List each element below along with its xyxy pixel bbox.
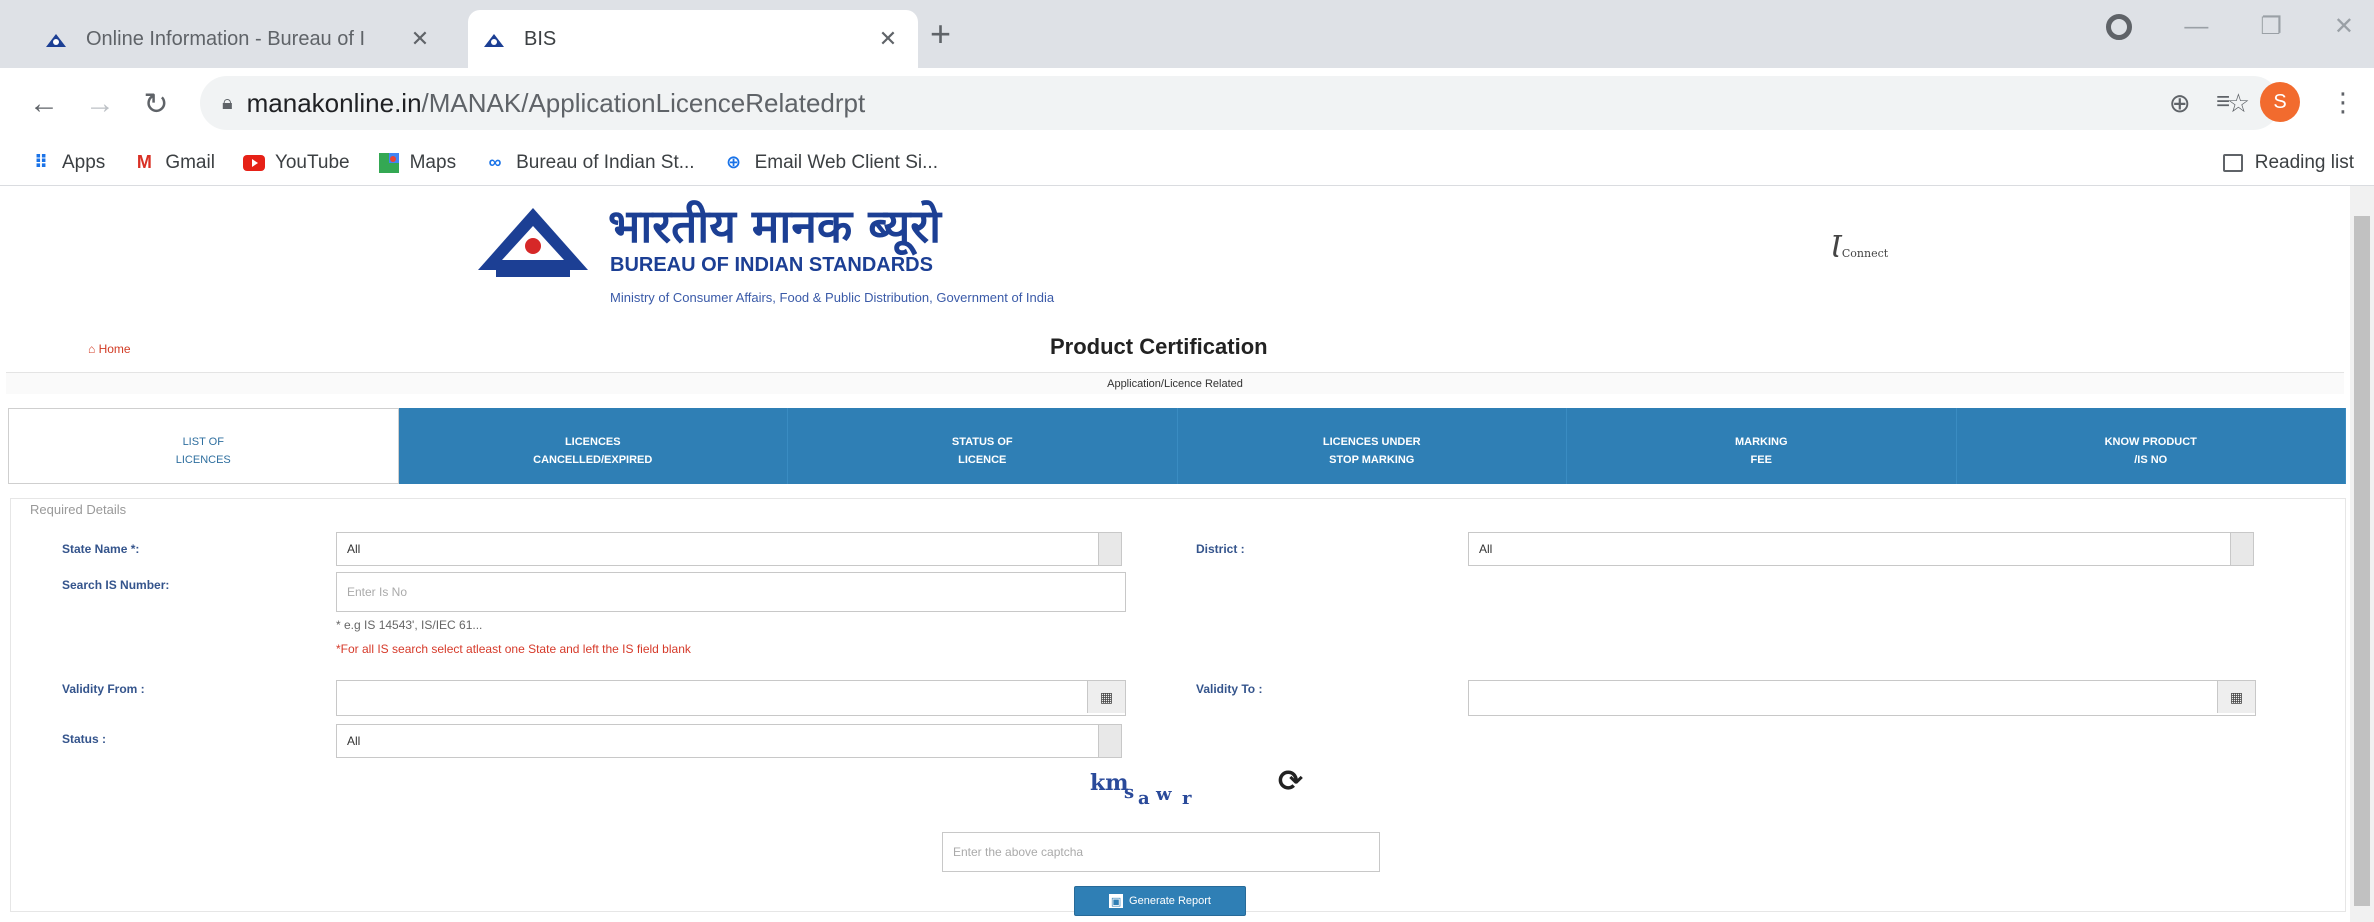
youtube-icon [242,154,265,172]
validity-from-label: Validity From : [62,682,145,696]
page-content: भारतीय मानक ब्यूरो BUREAU OF INDIAN STAN… [0,186,2350,922]
bookmark-apps[interactable]: ⠿ Apps [30,152,105,174]
close-icon[interactable]: ✕ [876,26,900,52]
apps-grid-icon: ⠿ [33,152,49,172]
captcha-image: km s a w r [1086,764,1216,810]
reading-list-label: Reading list [2254,152,2354,173]
bookmarks-bar: ⠿ Apps M Gmail YouTube Maps ∞ Bureau of … [0,140,2374,186]
minimize-icon[interactable]: — [2184,13,2208,41]
reload-icon[interactable]: ↻ [128,87,184,122]
ministry-tagline: Ministry of Consumer Affairs, Food & Pub… [610,290,1055,305]
tab-title: Online Information - Bureau of I [86,27,366,50]
bookmark-bis[interactable]: ∞ Bureau of Indian St... [484,152,695,174]
bookmark-youtube[interactable]: YouTube [242,151,350,174]
svg-text:r: r [1182,788,1192,809]
validity-from-input[interactable]: ▦ [336,680,1126,716]
bookmark-gmail[interactable]: M Gmail [133,152,215,174]
is-search-warning: *For all IS search select atleast one St… [336,642,691,656]
bookmark-label: YouTube [274,151,350,173]
bookmark-label: Apps [62,151,106,173]
tab-title: BIS [524,27,557,50]
avatar[interactable]: S [2260,82,2300,122]
product-cert-tabs: LIST OF LICENCES LICENCES CANCELLED/EXPIRE… [8,408,2346,484]
svg-text:km: km [1090,770,1129,796]
forward-arrow-icon[interactable]: → [72,87,128,121]
bookmark-email-client[interactable]: ⊕ Email Web Client Si... [723,152,938,174]
generate-report-label: Generate Report [1129,895,1211,907]
district-label: District : [1196,542,1245,556]
window-close-icon[interactable]: ✕ [2334,12,2354,41]
state-name-label: State Name *: [62,542,140,556]
new-tab-plus-icon[interactable]: + [930,14,951,54]
browser-toolbar: ← → ↻ 🔒︎ manakonline.in /MANAK/Applicati… [0,68,2374,140]
validity-to-label: Validity To : [1196,682,1263,696]
svg-text:w: w [1155,784,1172,805]
generate-report-button[interactable]: ▣ Generate Report [1074,886,1246,916]
brand-name-hindi: भारतीय मानक ब्यूरो [608,199,942,253]
back-arrow-icon[interactable]: ← [16,87,72,121]
url-host: manakonline.in [246,87,422,118]
calendar-icon[interactable]: ▦ [2217,681,2255,713]
reading-list[interactable]: Reading list [2222,152,2354,174]
window-controls: — ❐ ✕ [2106,12,2354,41]
browser-tab-strip: Online Information - Bureau of I ✕ BIS ✕… [0,0,2374,68]
scrollbar-thumb[interactable] [2354,216,2370,906]
browser-tab-online-information[interactable]: Online Information - Bureau of I ✕ [30,10,450,68]
captcha-input[interactable]: Enter the above captcha [942,832,1380,872]
tab-status-of-licence[interactable]: STATUS OF LICENCE [788,408,1178,484]
connect-logo: ƖConnect [1830,230,1889,265]
maps-icon [378,152,400,173]
svg-text:a: a [1138,788,1150,809]
bis-icon: ∞ [488,152,502,172]
svg-text:s: s [1124,782,1134,803]
status-label: Status : [62,732,107,746]
menu-kebab-icon[interactable]: ⋮ [2330,87,2356,118]
reading-list-icon [2222,154,2243,172]
is-number-hint: * e.g IS 14543', IS/IEC 61... [336,618,483,632]
validity-to-input[interactable]: ▦ [1468,680,2256,716]
bookmark-label: Email Web Client Si... [754,151,938,173]
page-title: Product Certification [1050,334,1268,359]
tab-licences-cancelled-expired[interactable]: LICENCES CANCELLED/EXPIRED [398,408,788,484]
status-select[interactable]: All [336,724,1122,758]
address-bar[interactable]: 🔒︎ manakonline.in /MANAK/ApplicationLice… [200,76,2280,130]
bookmark-label: Bureau of Indian St... [516,151,695,173]
bookmark-label: Maps [409,151,457,173]
page-subtitle: Application/Licence Related [6,372,2344,394]
panel-legend: Required Details [28,502,129,517]
bookmark-maps[interactable]: Maps [378,152,456,174]
district-select[interactable]: All [1468,532,2254,566]
gmail-icon: M [136,152,152,172]
report-icon: ▣ [1109,894,1124,908]
lock-icon[interactable]: 🔒︎ [222,92,233,115]
globe-icon: ⊕ [726,152,742,172]
close-icon[interactable]: ✕ [408,26,432,52]
browser-tab-bis[interactable]: BIS ✕ [468,10,918,68]
restore-icon[interactable]: ❐ [2260,12,2282,41]
tab-list-of-licences[interactable]: LIST OF LICENCES [8,408,399,484]
calendar-icon[interactable]: ▦ [1087,681,1125,713]
state-name-select[interactable]: All [336,532,1122,566]
bis-logo [478,208,588,277]
url-path: /MANAK/ApplicationLicenceRelatedrpt [421,87,866,118]
tab-marking-fee[interactable]: MARKING FEE [1567,408,1957,484]
search-is-number-label: Search IS Number: [62,578,170,592]
bis-favicon-icon [482,30,506,48]
bis-favicon-icon [44,30,68,48]
tab-know-product-is-no[interactable]: KNOW PRODUCT/IS NO [1956,408,2346,484]
chrome-profile-icon[interactable] [2106,13,2133,40]
brand-name-english: BUREAU OF INDIAN STANDARDS [610,254,933,276]
home-link[interactable]: ⌂ Home [88,342,131,356]
page-scrollbar[interactable] [2350,186,2374,922]
media-queue-icon[interactable]: ≡ [2216,88,2230,116]
is-number-input[interactable]: Enter Is No [336,572,1126,612]
tab-licences-under-stop-marking[interactable]: LICENCES UNDER STOP MARKING [1177,408,1567,484]
captcha-refresh-icon[interactable]: ⟳ [1278,764,1303,799]
bookmark-label: Gmail [165,151,215,173]
zoom-icon[interactable]: ⊕ [2169,88,2191,119]
